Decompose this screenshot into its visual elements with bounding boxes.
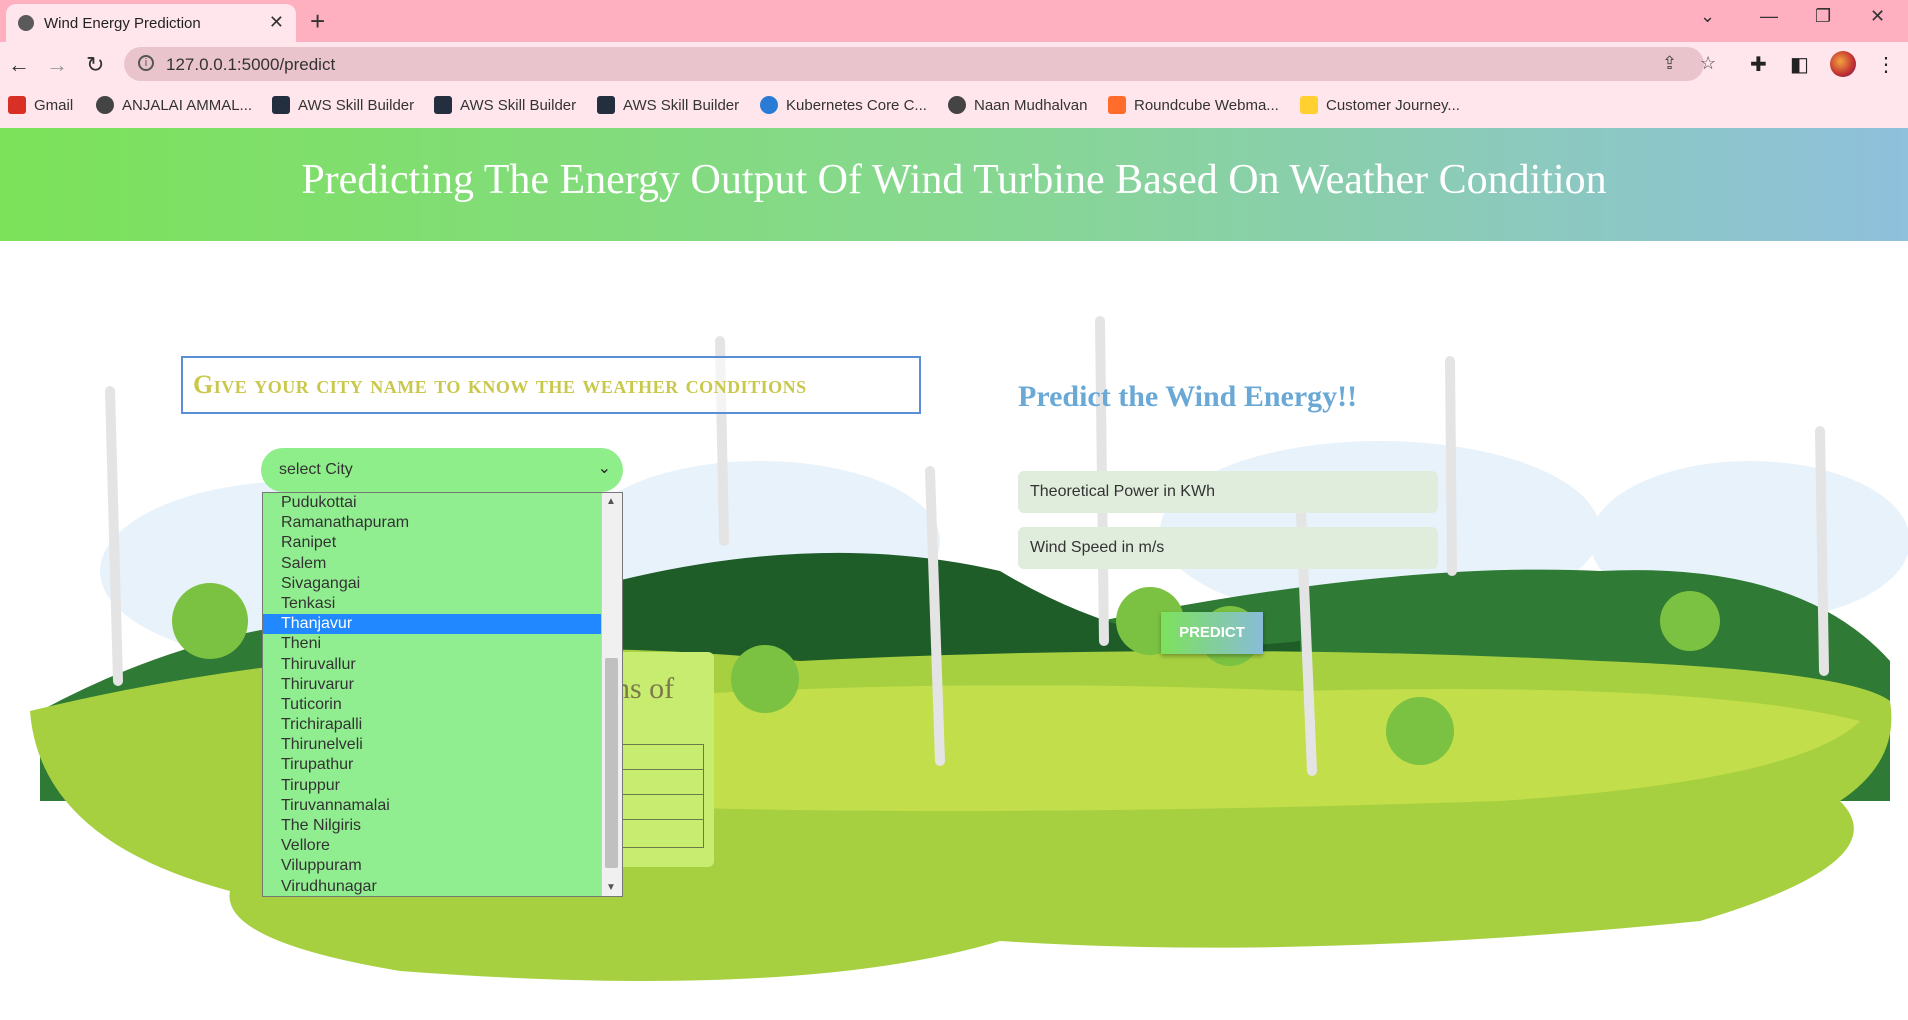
theoretical-power-field[interactable] — [1018, 471, 1438, 513]
city-option[interactable]: Ranipet — [263, 533, 601, 553]
city-select-label: select City — [279, 461, 353, 478]
scroll-down-icon[interactable]: ▼ — [606, 882, 616, 893]
menu-icon[interactable]: ⋮ — [1876, 52, 1896, 77]
predict-button[interactable]: PREDICT — [1161, 612, 1263, 654]
info-icon[interactable]: i — [138, 55, 154, 71]
bookmark-aws-1[interactable]: AWS Skill Builder — [272, 96, 414, 114]
side-panel-icon[interactable]: ◧ — [1790, 52, 1809, 77]
wind-speed-field[interactable] — [1018, 527, 1438, 569]
city-option[interactable]: Pudukottai — [263, 493, 601, 513]
page-header: Predicting The Energy Output Of Wind Tur… — [0, 128, 1908, 241]
city-option[interactable]: Tiruvannamalai — [263, 796, 601, 816]
wind-speed-input[interactable] — [1018, 527, 1438, 569]
globe-icon — [96, 96, 114, 114]
city-option[interactable]: Viluppuram — [263, 856, 601, 876]
window-close-icon[interactable]: ✕ — [1870, 6, 1885, 27]
chevron-down-icon: ⌄ — [597, 460, 611, 477]
city-option[interactable]: Vellore — [263, 836, 601, 856]
city-option[interactable]: Thiruvallur — [263, 655, 601, 675]
minimize-icon[interactable]: — — [1760, 6, 1778, 27]
city-option[interactable]: Thiruvarur — [263, 675, 601, 695]
city-heading: Give your city name to know the weather … — [193, 370, 807, 399]
bookmark-customer-journey[interactable]: Customer Journey... — [1300, 96, 1460, 114]
kubernetes-icon — [760, 96, 778, 114]
restore-icon[interactable]: ❐ — [1815, 6, 1831, 27]
city-option[interactable]: Thanjavur — [263, 614, 601, 635]
city-options: Pudukottai Ramanathapuram Ranipet Salem Siva… — [263, 493, 622, 896]
gmail-icon — [8, 96, 26, 114]
aws-icon — [597, 96, 615, 114]
bookmark-naan-mudhalvan[interactable]: Naan Mudhalvan — [948, 96, 1087, 114]
city-option[interactable]: Salem — [263, 554, 601, 574]
address-bar[interactable]: i 127.0.0.1:5000/predict ⇪ ☆ — [124, 47, 1716, 81]
bookmarks-bar: Gmail ANJALAI AMMAL... AWS Skill Builder… — [0, 88, 1908, 128]
bookmark-kubernetes[interactable]: Kubernetes Core C... — [760, 96, 927, 114]
predict-heading: Predict the Wind Energy!! — [1018, 380, 1358, 413]
browser-toolbar: ← → ↻ i 127.0.0.1:5000/predict ⇪ ☆ ✚ ◧ ⋮ — [0, 42, 1908, 88]
bookmark-aws-2[interactable]: AWS Skill Builder — [434, 96, 576, 114]
aws-icon — [272, 96, 290, 114]
star-icon[interactable]: ☆ — [1700, 53, 1716, 74]
tab-title: Wind Energy Prediction — [44, 15, 201, 32]
scroll-up-icon[interactable]: ▲ — [606, 496, 616, 507]
city-option[interactable]: Sivagangai — [263, 574, 601, 594]
bookmark-gmail[interactable]: Gmail — [8, 96, 73, 114]
city-option[interactable]: Tenkasi — [263, 594, 601, 614]
cpanel-icon — [1108, 96, 1126, 114]
chevron-down-icon[interactable]: ⌄ — [1700, 6, 1715, 27]
new-tab-icon[interactable]: + — [310, 6, 325, 37]
bookmark-anjalai[interactable]: ANJALAI AMMAL... — [96, 96, 252, 114]
bookmark-aws-3[interactable]: AWS Skill Builder — [597, 96, 739, 114]
city-option[interactable]: Theni — [263, 634, 601, 654]
city-heading-box: Give your city name to know the weather … — [181, 356, 921, 414]
scrollbar-thumb[interactable] — [605, 658, 618, 868]
browser-tab-strip: Wind Energy Prediction ✕ + ⌄ — ❐ ✕ — [0, 0, 1908, 42]
city-option[interactable]: Virudhunagar — [263, 877, 601, 896]
aws-icon — [434, 96, 452, 114]
globe-icon — [18, 15, 34, 31]
miro-icon — [1300, 96, 1318, 114]
browser-tab[interactable]: Wind Energy Prediction ✕ — [6, 4, 296, 42]
theoretical-power-input[interactable] — [1018, 471, 1438, 513]
forward-icon[interactable]: → — [46, 52, 68, 78]
back-icon[interactable]: ← — [8, 52, 30, 78]
dropdown-scrollbar[interactable]: ▲ ▼ — [601, 493, 622, 896]
url-text[interactable]: 127.0.0.1:5000/predict — [166, 55, 335, 75]
city-option[interactable]: Thirunelveli — [263, 735, 601, 755]
city-select[interactable]: select City ⌄ — [261, 448, 623, 492]
city-option[interactable]: Tuticorin — [263, 695, 601, 715]
reload-icon[interactable]: ↻ — [86, 52, 104, 78]
city-option[interactable]: Trichirapalli — [263, 715, 601, 735]
city-option[interactable]: Tiruppur — [263, 776, 601, 796]
city-option[interactable]: Ramanathapuram — [263, 513, 601, 533]
extensions-icon[interactable]: ✚ — [1750, 52, 1767, 77]
bookmark-roundcube[interactable]: Roundcube Webma... — [1108, 96, 1279, 114]
avatar[interactable] — [1830, 51, 1856, 77]
share-icon[interactable]: ⇪ — [1662, 53, 1677, 74]
city-option[interactable]: The Nilgiris — [263, 816, 601, 836]
city-dropdown-list[interactable]: Pudukottai Ramanathapuram Ranipet Salem Siva… — [262, 492, 623, 897]
close-icon[interactable]: ✕ — [269, 12, 284, 33]
city-option[interactable]: Tirupathur — [263, 755, 601, 775]
globe-icon — [948, 96, 966, 114]
page-title: Predicting The Energy Output Of Wind Tur… — [301, 157, 1607, 203]
